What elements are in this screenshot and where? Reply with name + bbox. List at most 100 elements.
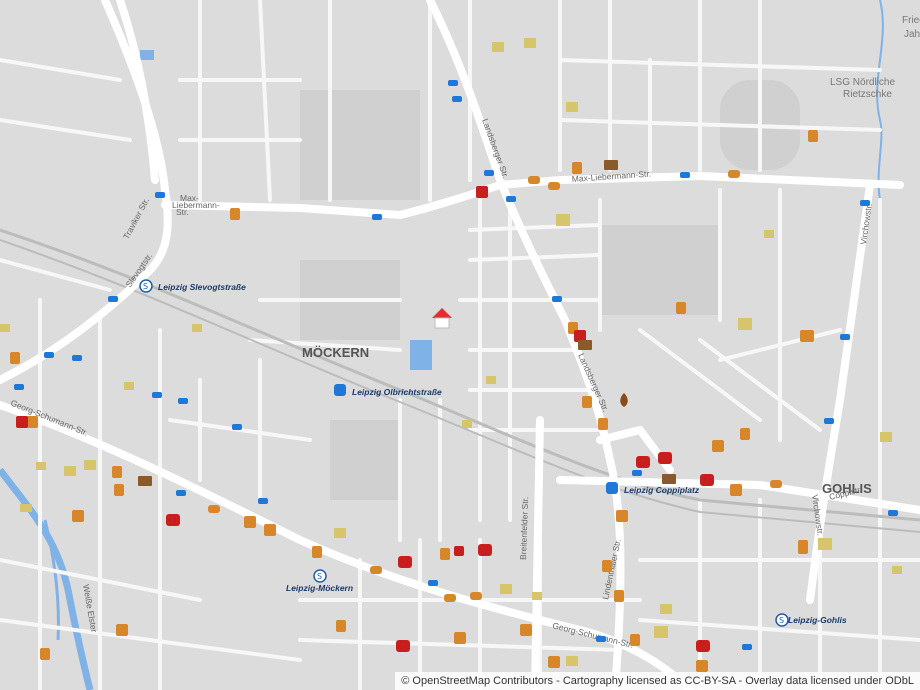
pharmacy-icon[interactable] xyxy=(398,556,412,568)
monument-icon[interactable] xyxy=(556,214,570,226)
fast-food-icon[interactable] xyxy=(728,170,740,178)
tram-stop-icon[interactable] xyxy=(44,352,54,358)
restaurant-icon[interactable] xyxy=(602,560,612,572)
monument-icon[interactable] xyxy=(486,376,496,384)
restaurant-icon[interactable] xyxy=(808,130,818,142)
monument-icon[interactable] xyxy=(880,432,892,442)
tram-stop-icon[interactable] xyxy=(334,384,346,396)
train-station-icon[interactable]: S xyxy=(313,569,327,583)
tram-stop-icon[interactable] xyxy=(552,296,562,302)
restaurant-icon[interactable] xyxy=(630,634,640,646)
restaurant-icon[interactable] xyxy=(548,656,560,668)
restaurant-icon[interactable] xyxy=(582,396,592,408)
monument-icon[interactable] xyxy=(500,584,512,594)
monument-icon[interactable] xyxy=(84,460,96,470)
monument-icon[interactable] xyxy=(892,566,902,574)
monument-icon[interactable] xyxy=(764,230,774,238)
tram-stop-icon[interactable] xyxy=(258,498,268,504)
monument-icon[interactable] xyxy=(524,38,536,48)
restaurant-icon[interactable] xyxy=(598,418,608,430)
monument-icon[interactable] xyxy=(818,538,832,550)
monument-icon[interactable] xyxy=(334,528,346,538)
tram-stop-icon[interactable] xyxy=(632,470,642,476)
tram-stop-icon[interactable] xyxy=(372,214,382,220)
train-station-icon[interactable]: S xyxy=(775,613,789,627)
fast-food-icon[interactable] xyxy=(370,566,382,574)
monument-icon[interactable] xyxy=(738,318,752,330)
restaurant-icon[interactable] xyxy=(696,660,708,672)
tram-stop-icon[interactable] xyxy=(14,384,24,390)
restaurant-icon[interactable] xyxy=(614,590,624,602)
restaurant-icon[interactable] xyxy=(116,624,128,636)
restaurant-icon[interactable] xyxy=(712,440,724,452)
monument-icon[interactable] xyxy=(566,656,578,666)
pharmacy-icon[interactable] xyxy=(700,474,714,486)
pharmacy-icon[interactable] xyxy=(476,186,488,198)
tram-stop-icon[interactable] xyxy=(452,96,462,102)
pharmacy-icon[interactable] xyxy=(478,544,492,556)
post-office-icon[interactable] xyxy=(138,476,152,486)
tram-stop-icon[interactable] xyxy=(428,580,438,586)
monument-icon[interactable] xyxy=(654,626,668,638)
restaurant-icon[interactable] xyxy=(114,484,124,496)
restaurant-icon[interactable] xyxy=(112,466,122,478)
monument-icon[interactable] xyxy=(124,382,134,390)
tram-stop-icon[interactable] xyxy=(152,392,162,398)
restaurant-icon[interactable] xyxy=(740,428,750,440)
tram-stop-icon[interactable] xyxy=(108,296,118,302)
pharmacy-icon[interactable] xyxy=(396,640,410,652)
restaurant-icon[interactable] xyxy=(336,620,346,632)
restaurant-icon[interactable] xyxy=(616,510,628,522)
pharmacy-icon[interactable] xyxy=(454,546,464,556)
pharmacy-icon[interactable] xyxy=(696,640,710,652)
restaurant-icon[interactable] xyxy=(10,352,20,364)
tram-stop-icon[interactable] xyxy=(840,334,850,340)
monument-icon[interactable] xyxy=(36,462,46,470)
tram-stop-icon[interactable] xyxy=(742,644,752,650)
restaurant-icon[interactable] xyxy=(798,540,808,554)
tram-stop-icon[interactable] xyxy=(596,636,606,642)
tram-stop-icon[interactable] xyxy=(176,490,186,496)
restaurant-icon[interactable] xyxy=(454,632,466,644)
restaurant-icon[interactable] xyxy=(730,484,742,496)
pharmacy-icon[interactable] xyxy=(636,456,650,468)
tram-stop-icon[interactable] xyxy=(680,172,690,178)
restaurant-icon[interactable] xyxy=(800,330,814,342)
monument-icon[interactable] xyxy=(192,324,202,332)
restaurant-icon[interactable] xyxy=(230,208,240,220)
pharmacy-icon[interactable] xyxy=(166,514,180,526)
restaurant-icon[interactable] xyxy=(264,524,276,536)
fast-food-icon[interactable] xyxy=(444,594,456,602)
monument-icon[interactable] xyxy=(462,420,472,428)
fast-food-icon[interactable] xyxy=(470,592,482,600)
restaurant-icon[interactable] xyxy=(676,302,686,314)
tram-stop-icon[interactable] xyxy=(448,80,458,86)
post-office-icon[interactable] xyxy=(662,474,676,484)
tram-stop-icon[interactable] xyxy=(888,510,898,516)
pharmacy-icon[interactable] xyxy=(658,452,672,464)
restaurant-icon[interactable] xyxy=(440,548,450,560)
monument-icon[interactable] xyxy=(64,466,76,476)
tram-stop-icon[interactable] xyxy=(72,355,82,361)
fast-food-icon[interactable] xyxy=(770,480,782,488)
post-office-icon[interactable] xyxy=(578,340,592,350)
monument-icon[interactable] xyxy=(0,324,10,332)
restaurant-icon[interactable] xyxy=(312,546,322,558)
tram-stop-icon[interactable] xyxy=(484,170,494,176)
map-canvas[interactable]: MÖCKERN GOHLIS LSG Nördliche Rietzschke … xyxy=(0,0,920,690)
post-office-icon[interactable] xyxy=(604,160,618,170)
restaurant-icon[interactable] xyxy=(72,510,84,522)
monument-icon[interactable] xyxy=(660,604,672,614)
monument-icon[interactable] xyxy=(532,592,542,600)
train-station-icon[interactable]: S xyxy=(139,279,153,293)
restaurant-icon[interactable] xyxy=(40,648,50,660)
restaurant-icon[interactable] xyxy=(572,162,582,174)
map-view[interactable]: MÖCKERN GOHLIS LSG Nördliche Rietzschke … xyxy=(0,0,920,690)
tram-stop-icon[interactable] xyxy=(824,418,834,424)
monument-icon[interactable] xyxy=(566,102,578,112)
tram-stop-icon[interactable] xyxy=(178,398,188,404)
monument-icon[interactable] xyxy=(20,504,32,512)
restaurant-icon[interactable] xyxy=(244,516,256,528)
tram-stop-icon[interactable] xyxy=(860,200,870,206)
fast-food-icon[interactable] xyxy=(548,182,560,190)
